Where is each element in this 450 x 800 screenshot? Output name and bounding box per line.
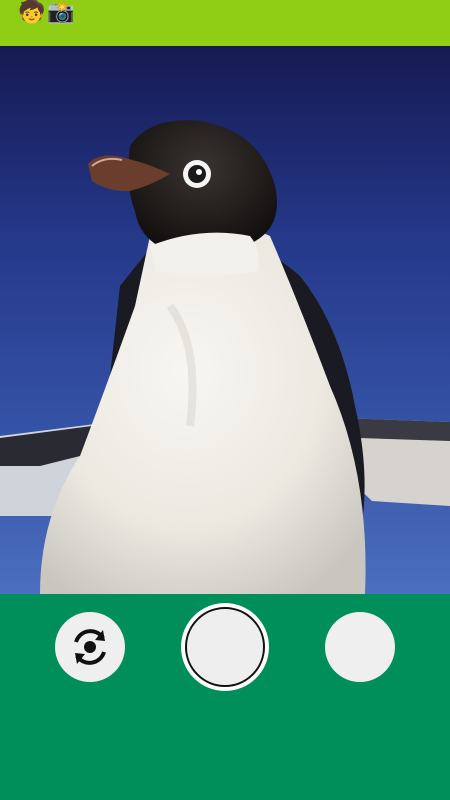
camera-viewfinder[interactable] bbox=[0, 46, 450, 594]
shutter-button[interactable] bbox=[181, 603, 269, 691]
camera-with-flash-icon: 📸 bbox=[47, 0, 75, 25]
child-emoji-icon: 🧒 bbox=[18, 0, 46, 25]
status-bar: 🧒 📸 bbox=[0, 0, 450, 46]
gallery-thumbnail-button[interactable] bbox=[325, 612, 395, 682]
switch-camera-button[interactable] bbox=[55, 612, 125, 682]
penguin-image bbox=[0, 46, 450, 594]
shutter-circle bbox=[185, 607, 265, 687]
switch-camera-icon bbox=[74, 629, 106, 665]
status-icons: 🧒 📸 bbox=[18, 2, 75, 24]
camera-controls bbox=[0, 594, 450, 800]
